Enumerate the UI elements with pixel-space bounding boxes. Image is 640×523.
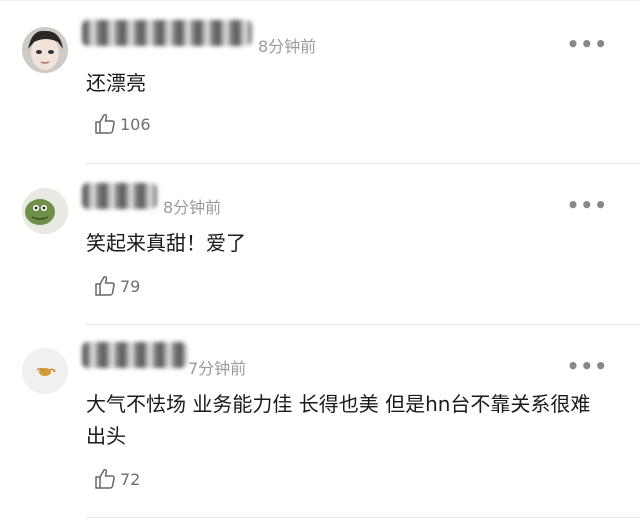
- top-divider: [0, 0, 640, 1]
- like-count: 72: [120, 469, 141, 489]
- username-redacted[interactable]: [82, 342, 187, 368]
- comment-divider: [86, 517, 640, 518]
- like-count: 79: [120, 276, 141, 296]
- like-count: 106: [120, 114, 151, 134]
- thumbs-up-icon: [95, 468, 115, 489]
- comment-time: 7分钟前: [188, 359, 247, 378]
- comment-divider: [86, 324, 640, 325]
- more-dots-icon[interactable]: •••: [567, 195, 608, 215]
- comment-text: 大气不怯场 业务能力佳 长得也美 但是hn台不靠关系很难出头: [86, 392, 591, 448]
- comment-divider: [86, 163, 640, 164]
- more-dots-icon[interactable]: •••: [567, 34, 608, 54]
- username-redacted[interactable]: [82, 20, 252, 46]
- like-button[interactable]: 106: [93, 112, 151, 136]
- username-redacted[interactable]: [82, 183, 157, 209]
- thumbs-up-icon: [95, 275, 115, 296]
- comment-time: 8分钟前: [163, 198, 222, 217]
- more-dots-icon[interactable]: •••: [567, 356, 608, 376]
- thumbs-up-icon: [95, 113, 115, 134]
- comment-text: 笑起来真甜！爱了: [86, 231, 246, 255]
- like-button[interactable]: 72: [93, 467, 140, 491]
- avatar[interactable]: [22, 188, 68, 234]
- avatar[interactable]: [22, 348, 68, 394]
- like-button[interactable]: 79: [93, 274, 140, 298]
- comment-text: 还漂亮: [86, 71, 146, 95]
- comment-time: 8分钟前: [258, 37, 317, 56]
- avatar[interactable]: [22, 27, 68, 73]
